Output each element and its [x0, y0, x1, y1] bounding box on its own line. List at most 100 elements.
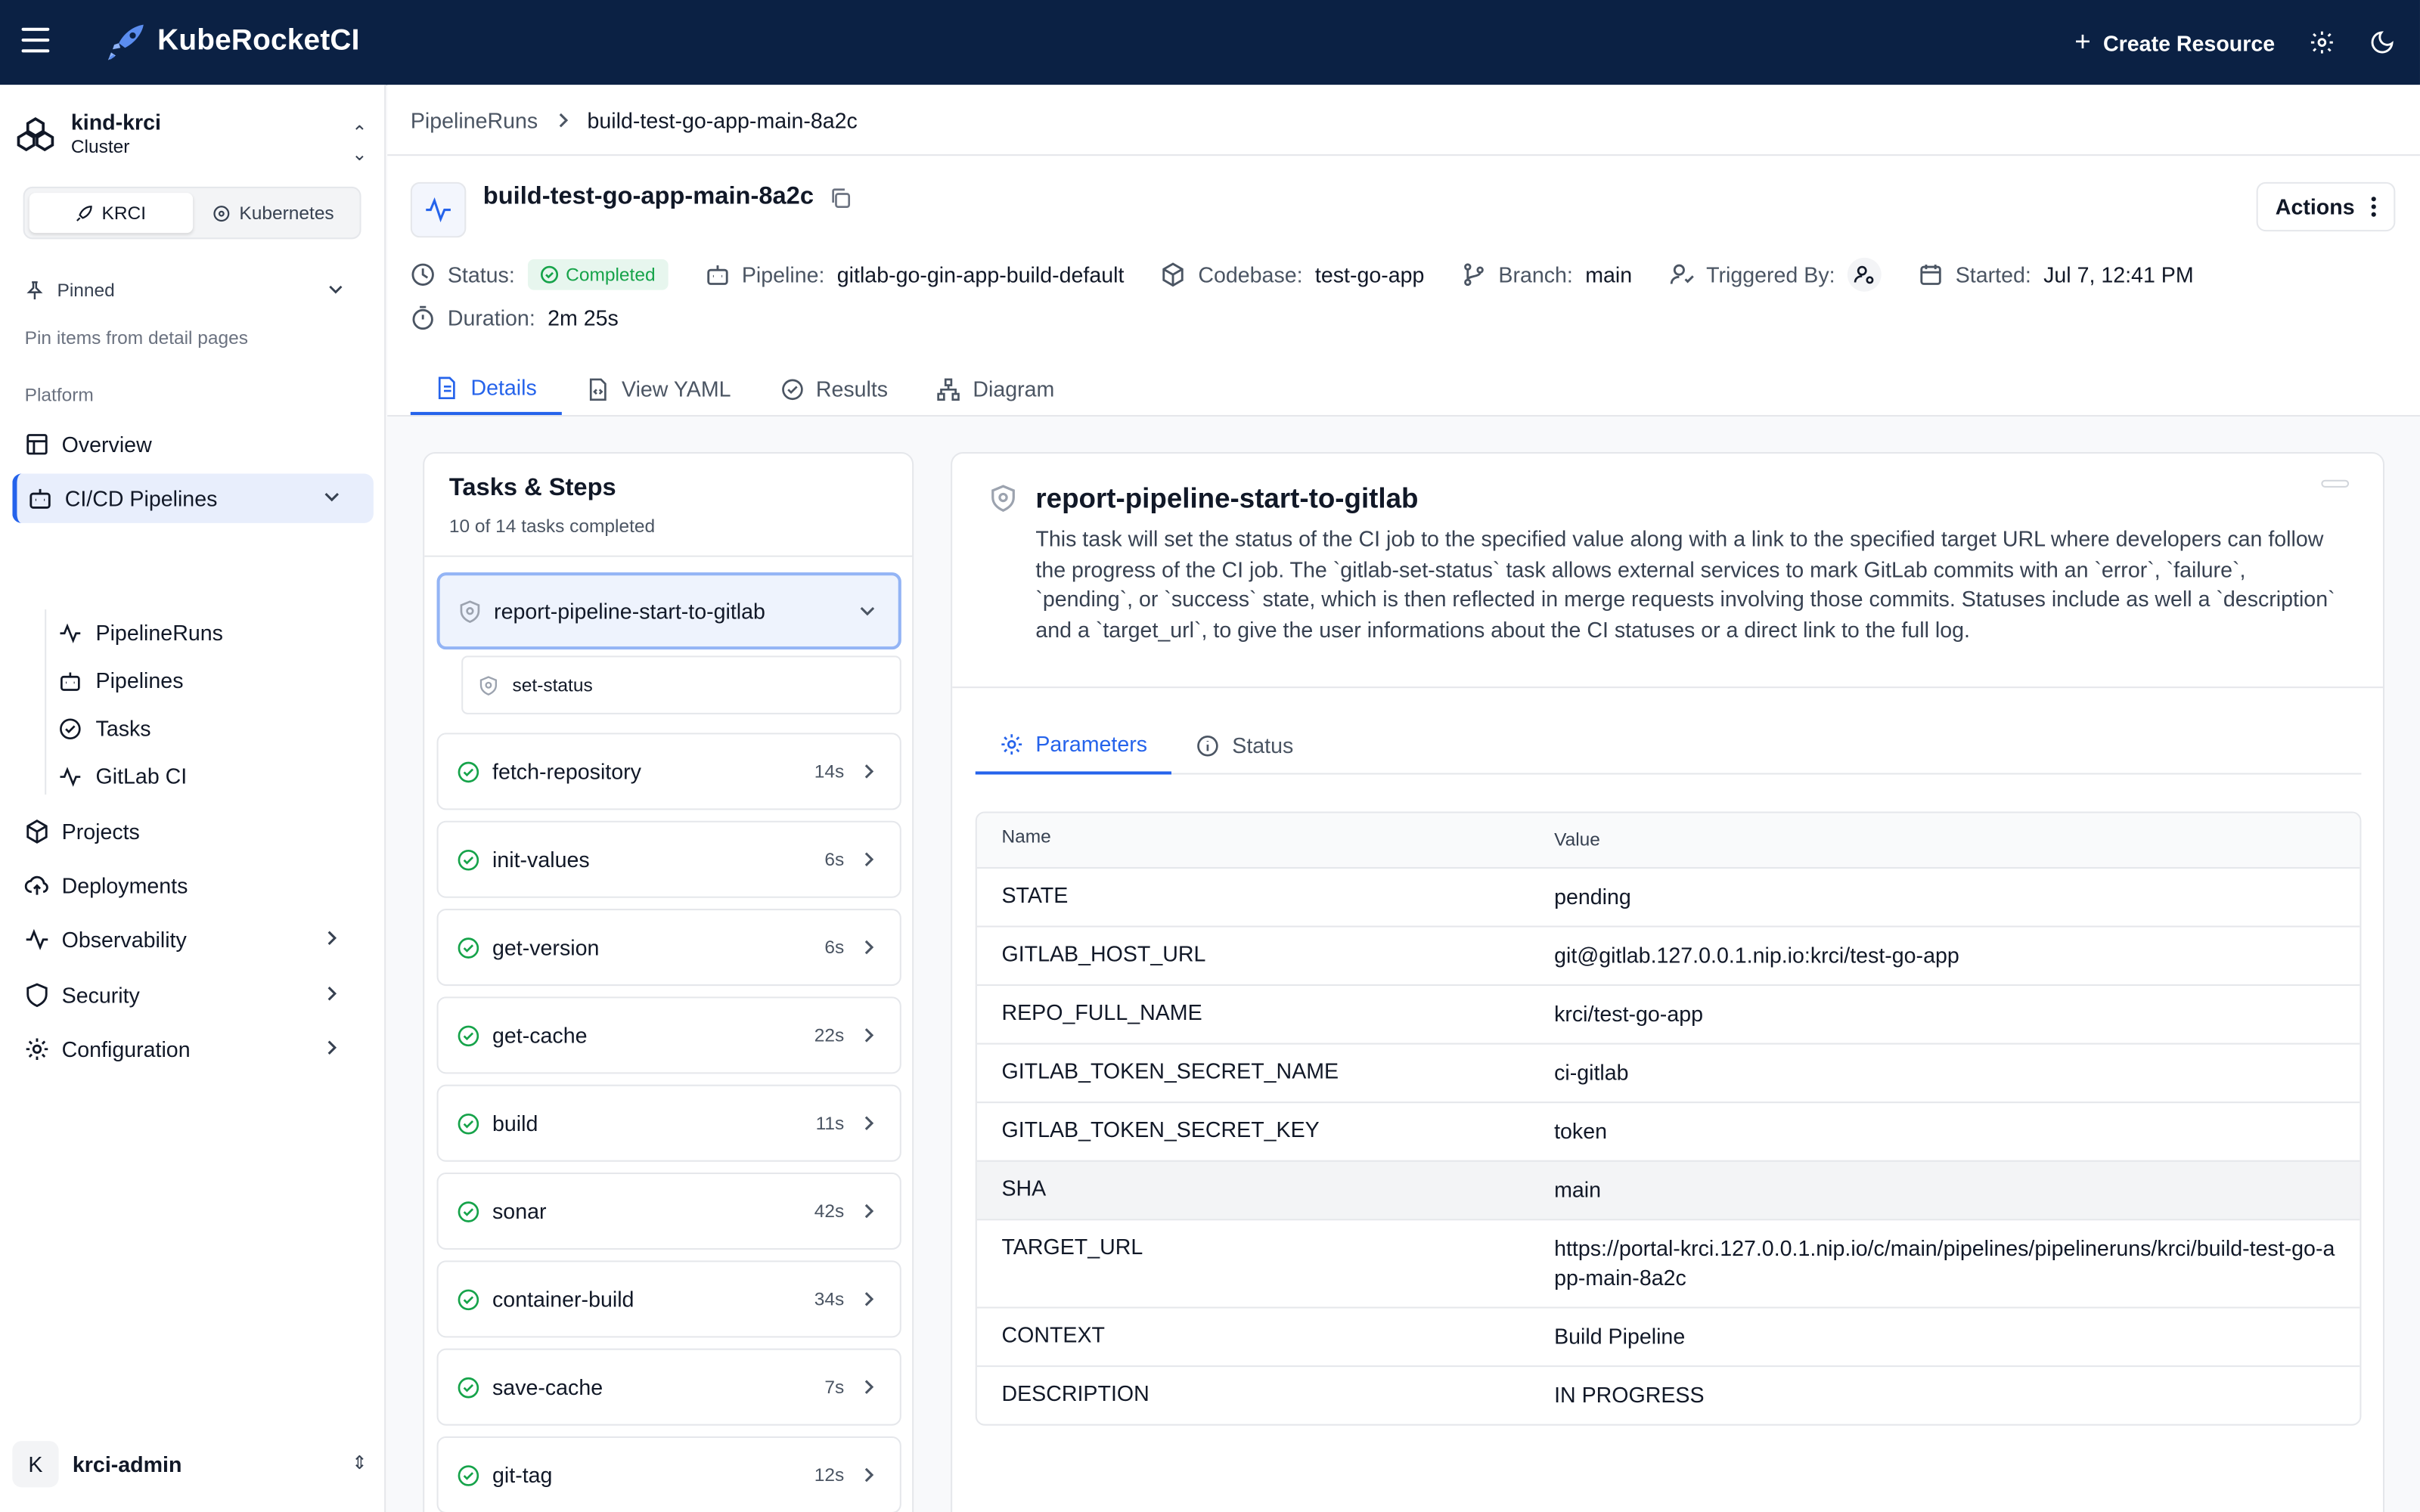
param-name: GITLAB_HOST_URL [1001, 940, 1206, 966]
tab-status[interactable]: Status [1172, 716, 1318, 775]
task-name: container-build [492, 1287, 634, 1312]
task-item[interactable]: get-cache 22s [436, 996, 901, 1074]
moon-icon[interactable] [2369, 29, 2396, 56]
table-header-row: Name Value [976, 813, 2360, 867]
breadcrumb: PipelineRuns build-test-go-app-main-8a2c [411, 108, 858, 133]
task-duration: 12s [814, 1464, 845, 1486]
calendar-icon [1920, 264, 1941, 285]
sidebar-subitem-gitlab-ci[interactable]: GitLab CI [59, 753, 368, 799]
task-name: init-values [492, 847, 590, 872]
info-icon [1197, 734, 1219, 756]
sidebar-item-overview[interactable]: Overview [12, 420, 374, 469]
sidebar-item-label: Projects [61, 819, 140, 844]
create-resource-button[interactable]: + Create Resource [2074, 26, 2275, 59]
task-item[interactable]: container-build 34s [436, 1260, 901, 1338]
task-item[interactable]: git-tag 12s [436, 1436, 901, 1512]
pipeline-link[interactable]: gitlab-go-gin-app-build-default [837, 262, 1125, 287]
sidebar-item-projects[interactable]: Projects [12, 807, 374, 856]
chevron-right-icon [864, 940, 874, 955]
codebase-link[interactable]: test-go-app [1315, 262, 1425, 287]
detail-tabs: Parameters Status [975, 716, 2362, 775]
task-item[interactable]: sonar 42s [436, 1173, 901, 1250]
task-item-selected[interactable]: report-pipeline-start-to-gitlab [436, 572, 901, 650]
tab-diagram[interactable]: Diagram [913, 363, 1079, 415]
top-bar: KubeRocketCI + Create Resource [0, 0, 2420, 85]
main-content: PipelineRuns build-test-go-app-main-8a2c… [387, 85, 2420, 1512]
chevron-right-icon [864, 1204, 874, 1219]
param-value: ci-gitlab [1554, 1060, 1629, 1085]
app-logo[interactable]: KubeRocketCI [105, 22, 360, 62]
sidebar-subitem-pipelineruns[interactable]: PipelineRuns [59, 609, 368, 655]
task-duration: 6s [824, 936, 845, 959]
chevron-right-icon [864, 1116, 874, 1130]
tab-results[interactable]: Results [755, 363, 913, 415]
breadcrumb-parent-link[interactable]: PipelineRuns [411, 108, 538, 133]
user-cog-icon [1854, 265, 1874, 284]
param-name: SHA [1001, 1176, 1047, 1201]
tasks-title: Tasks & Steps [448, 475, 616, 502]
pipeline-icon [60, 671, 80, 690]
task-item[interactable]: init-values 6s [436, 820, 901, 898]
sidebar-item-observability[interactable]: Observability [12, 915, 374, 964]
task-item[interactable]: get-version 6s [436, 909, 901, 987]
actions-button[interactable]: Actions [2256, 181, 2396, 232]
sitemap-icon [937, 377, 960, 401]
chevron-right-icon [864, 852, 874, 866]
tab-label: Results [815, 376, 889, 401]
copy-icon[interactable] [829, 186, 852, 209]
check-circle-icon [540, 265, 558, 284]
task-item[interactable]: build 11s [436, 1084, 901, 1162]
gear-icon [1001, 733, 1022, 754]
sidebar: kind-krci Cluster ⌃ ⌄ KRCI Kubernetes Pin… [0, 85, 386, 1512]
check-circle-icon [60, 717, 81, 739]
check-circle-icon [458, 761, 479, 782]
table-row: CONTEXT Build Pipeline [976, 1306, 2360, 1366]
run-header: PipelineRuns build-test-go-app-main-8a2c… [387, 85, 2420, 417]
table-row: GITLAB_TOKEN_SECRET_KEY token [976, 1101, 2360, 1160]
started-label: Started: [1955, 262, 2031, 287]
task-name: build [492, 1111, 538, 1136]
task-item[interactable]: fetch-repository 14s [436, 733, 901, 810]
tab-details[interactable]: Details [410, 363, 562, 415]
tab-label: View YAML [622, 376, 731, 401]
param-name: CONTEXT [1001, 1321, 1105, 1347]
mode-kubernetes[interactable]: Kubernetes [192, 193, 355, 233]
param-name: GITLAB_TOKEN_SECRET_NAME [1001, 1058, 1339, 1083]
sidebar-item-security[interactable]: Security [12, 971, 374, 1020]
clock-icon [411, 263, 434, 286]
sidebar-item-label: Observability [61, 927, 187, 953]
task-item[interactable]: save-cache 7s [436, 1348, 901, 1426]
activity-icon [26, 928, 48, 950]
git-branch-icon [1463, 263, 1484, 287]
cluster-selector[interactable]: kind-krci Cluster ⌃ ⌄ [15, 107, 373, 165]
sidebar-item-cicd-pipelines[interactable]: CI/CD Pipelines [12, 473, 374, 523]
status-meta: Status: Completed [411, 259, 668, 290]
sidebar-item-label: Overview [61, 432, 152, 457]
column-header-value: Value [1554, 828, 1600, 850]
sidebar-item-configuration[interactable]: Configuration [12, 1024, 374, 1074]
user-menu[interactable]: K krci-admin ⇕ [12, 1439, 374, 1489]
create-resource-label: Create Resource [2103, 29, 2276, 55]
mode-krci[interactable]: KRCI [29, 193, 193, 234]
menu-icon[interactable] [21, 27, 50, 56]
activity-icon [426, 197, 451, 223]
plus-icon: + [2074, 26, 2091, 57]
triggered-label: Triggered By: [1706, 262, 1835, 287]
triggered-meta: Triggered By: [1669, 257, 1882, 292]
param-value: IN PROGRESS [1554, 1382, 1705, 1408]
mode-switch: KRCI Kubernetes [23, 186, 361, 240]
tab-view-yaml[interactable]: View YAML [561, 363, 755, 415]
sidebar-subitem-tasks[interactable]: Tasks [59, 705, 368, 751]
task-duration: 11s [815, 1112, 845, 1134]
sidebar-item-deployments[interactable]: Deployments [12, 861, 374, 910]
settings-gear-icon[interactable] [2309, 29, 2335, 56]
pinned-section-toggle[interactable]: Pinned [25, 279, 361, 301]
sidebar-subitem-label: GitLab CI [95, 764, 188, 789]
trigger-user-avatar[interactable] [1847, 257, 1882, 292]
collapse-handle[interactable] [2321, 479, 2350, 488]
tab-parameters[interactable]: Parameters [975, 716, 1172, 775]
pipeline-label: Pipeline: [741, 262, 825, 287]
step-item[interactable]: set-status [461, 655, 901, 714]
sidebar-subitem-pipelines[interactable]: Pipelines [59, 657, 368, 703]
task-name: sonar [492, 1198, 547, 1224]
